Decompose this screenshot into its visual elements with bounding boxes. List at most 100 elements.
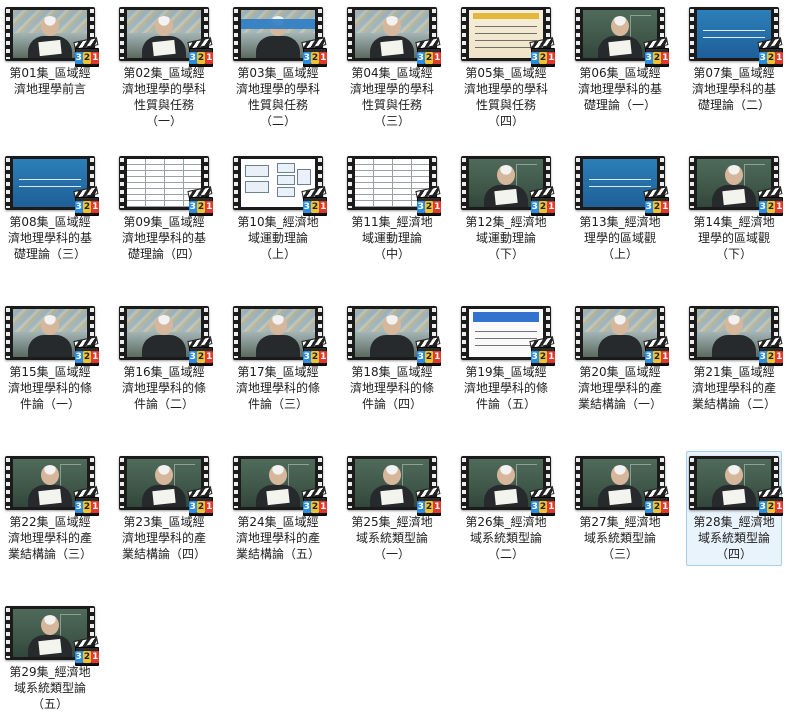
filmstrip-holes-left — [119, 9, 125, 59]
file-item[interactable]: 3 2 1 第20集_區域經濟地理學科的產業結構論（一） — [572, 301, 670, 416]
video-thumbnail[interactable]: 321 — [459, 454, 556, 516]
file-name: 第06集_區域經濟地理學科的基礎理論（一） — [577, 66, 662, 112]
video-thumbnail[interactable]: 321 — [459, 5, 556, 67]
file-item[interactable]: 3 2 1 第03集_區域經濟地理學的學科性質與任務（二） — [230, 2, 328, 133]
video-thumbnail[interactable]: 321 — [117, 154, 214, 216]
file-item[interactable]: 3 2 1 第23集_區域經濟地理學科的產業結構論（四） — [116, 451, 214, 566]
video-thumbnail[interactable]: 321 — [573, 304, 670, 366]
video-thumbnail[interactable]: 321 — [573, 454, 670, 516]
video-thumbnail[interactable]: 321 — [117, 304, 214, 366]
player-icon-digit: 1 — [547, 51, 556, 64]
player-icon-digit: 1 — [205, 51, 214, 64]
player-icon-digit: 3 — [644, 51, 653, 64]
player-plate: 321 — [74, 497, 100, 516]
file-item[interactable]: 3 2 1 第26集_經濟地域系統類型論（二） — [458, 451, 556, 566]
diagram-box — [277, 163, 295, 173]
file-name: 第02集_區域經濟地理學的學科性質與任務（一） — [121, 66, 206, 128]
filmstrip-holes-left — [119, 458, 125, 508]
lecturer-body — [256, 36, 300, 58]
video-thumbnail[interactable]: 321 — [3, 5, 100, 67]
file-item[interactable]: 3 2 1 第04集_區域經濟地理學的學科性質與任務（三） — [344, 2, 442, 133]
lecturer-head — [725, 165, 743, 185]
file-item[interactable]: 3 2 1 第07集_區域經濟地理學科的基礎理論（二） — [686, 2, 784, 117]
player-icon-digit: 3 — [758, 350, 767, 363]
video-thumbnail[interactable]: 321 — [573, 154, 670, 216]
file-item[interactable]: 3 2 1 第28集_經濟地域系統類型論（四） — [686, 451, 784, 566]
file-item[interactable]: 3 2 1 第25集_經濟地域系統類型論（一） — [344, 451, 442, 566]
file-item[interactable]: 3 2 1 第10集_經濟地域運動理論（上） — [230, 151, 328, 266]
player-plate: 321 — [416, 197, 442, 216]
file-item[interactable]: 3 2 1 第08集_區域經濟地理學科的基礎理論（三） — [2, 151, 100, 266]
file-item[interactable]: 3 2 1 第29集_經濟地域系統類型論（五） — [2, 601, 100, 716]
file-item[interactable]: 3 2 1 第15集_區域經濟地理學科的條件論（一） — [2, 301, 100, 416]
player-icon-digit: 2 — [766, 500, 776, 513]
file-item[interactable]: 3 2 1 第27集_經濟地域系統類型論（三） — [572, 451, 670, 566]
video-thumbnail[interactable]: 321 — [687, 5, 784, 67]
video-thumbnail[interactable]: 321 — [3, 604, 100, 666]
player-plate: 321 — [188, 197, 214, 216]
video-thumbnail[interactable]: 321 — [345, 5, 442, 67]
player-icon-digit: 2 — [310, 500, 320, 513]
media-player-icon: 321 — [73, 186, 100, 216]
paper-sheet — [38, 39, 62, 57]
file-item[interactable]: 3 2 1 第13集_經濟地理學的區域觀（上） — [572, 151, 670, 266]
video-thumbnail[interactable]: 321 — [345, 454, 442, 516]
video-thumbnail[interactable]: 321 — [3, 304, 100, 366]
file-item[interactable]: 3 2 1 第19集_區域經濟地理學科的條件論（五） — [458, 301, 556, 416]
file-item[interactable]: 3 2 1 第11集_經濟地域運動理論（中） — [344, 151, 442, 266]
video-thumbnail[interactable]: 321 — [231, 154, 328, 216]
file-item[interactable]: 3 2 1 第01集_區域經濟地理學前言 — [2, 2, 100, 101]
lecturer-figure — [712, 161, 756, 207]
video-thumbnail[interactable]: 321 — [117, 5, 214, 67]
lecturer-head — [41, 465, 59, 485]
video-thumbnail[interactable]: 321 — [459, 304, 556, 366]
paper-sheet — [38, 638, 62, 656]
player-icon-digit: 1 — [775, 200, 784, 213]
lecturer-figure — [28, 611, 72, 657]
video-thumbnail[interactable]: 321 — [231, 304, 328, 366]
file-name: 第23集_區域經濟地理學科的產業結構論（四） — [121, 515, 206, 561]
player-icon-digit: 1 — [205, 350, 214, 363]
file-name: 第05集_區域經濟地理學的學科性質與任務（四） — [463, 66, 548, 128]
player-icon-digit: 1 — [91, 200, 100, 213]
video-thumbnail[interactable]: 321 — [231, 5, 328, 67]
video-thumbnail[interactable]: 321 — [117, 454, 214, 516]
player-icon-digit: 3 — [530, 500, 539, 513]
video-thumbnail[interactable]: 321 — [3, 454, 100, 516]
lecturer-figure — [598, 311, 642, 357]
player-plate: 321 — [530, 497, 556, 516]
file-item[interactable]: 3 2 1 第18集_區域經濟地理學科的條件論（四） — [344, 301, 442, 416]
player-icon-digit: 2 — [424, 200, 434, 213]
file-item[interactable]: 3 2 1 第09集_區域經濟地理學科的基礎理論（四） — [116, 151, 214, 266]
video-thumbnail[interactable]: 321 — [231, 454, 328, 516]
file-item[interactable]: 3 2 1 第02集_區域經濟地理學的學科性質與任務（一） — [116, 2, 214, 133]
file-item[interactable]: 3 2 1 第21集_區域經濟地理學科的產業結構論（二） — [686, 301, 784, 416]
file-item[interactable]: 3 2 1 第24集_區域經濟地理學科的產業結構論（五） — [230, 451, 328, 566]
lecturer-head — [41, 615, 59, 635]
file-item[interactable]: 3 2 1 第14集_經濟地理學的區域觀（下） — [686, 151, 784, 266]
file-item[interactable]: 3 2 1 第05集_區域經濟地理學的學科性質與任務（四） — [458, 2, 556, 133]
player-plate: 321 — [530, 347, 556, 366]
video-thumbnail[interactable]: 321 — [687, 154, 784, 216]
file-item[interactable]: 3 2 1 第17集_區域經濟地理學科的條件論（三） — [230, 301, 328, 416]
video-thumbnail[interactable]: 321 — [687, 304, 784, 366]
player-plate: 321 — [644, 197, 670, 216]
player-icon-digit: 2 — [196, 51, 206, 64]
file-item[interactable]: 3 2 1 第06集_區域經濟地理學科的基礎理論（一） — [572, 2, 670, 117]
video-thumbnail[interactable]: 321 — [345, 154, 442, 216]
file-item[interactable]: 3 2 1 第22集_區域經濟地理學科的產業結構論（三） — [2, 451, 100, 566]
video-thumbnail[interactable]: 321 — [573, 5, 670, 67]
video-thumbnail[interactable]: 321 — [687, 454, 784, 516]
lecturer-head — [155, 16, 173, 36]
player-icon-digit: 2 — [310, 200, 320, 213]
lecturer-body — [142, 335, 186, 357]
player-plate: 321 — [188, 497, 214, 516]
file-item[interactable]: 3 2 1 第12集_經濟地域運動理論（下） — [458, 151, 556, 266]
video-thumbnail[interactable]: 321 — [3, 154, 100, 216]
paper-sheet — [494, 488, 518, 506]
video-thumbnail[interactable]: 321 — [459, 154, 556, 216]
video-thumbnail[interactable]: 321 — [345, 304, 442, 366]
filmstrip-holes-left — [5, 308, 11, 358]
paper-sheet — [380, 488, 404, 506]
file-item[interactable]: 3 2 1 第16集_區域經濟地理學科的條件論（二） — [116, 301, 214, 416]
